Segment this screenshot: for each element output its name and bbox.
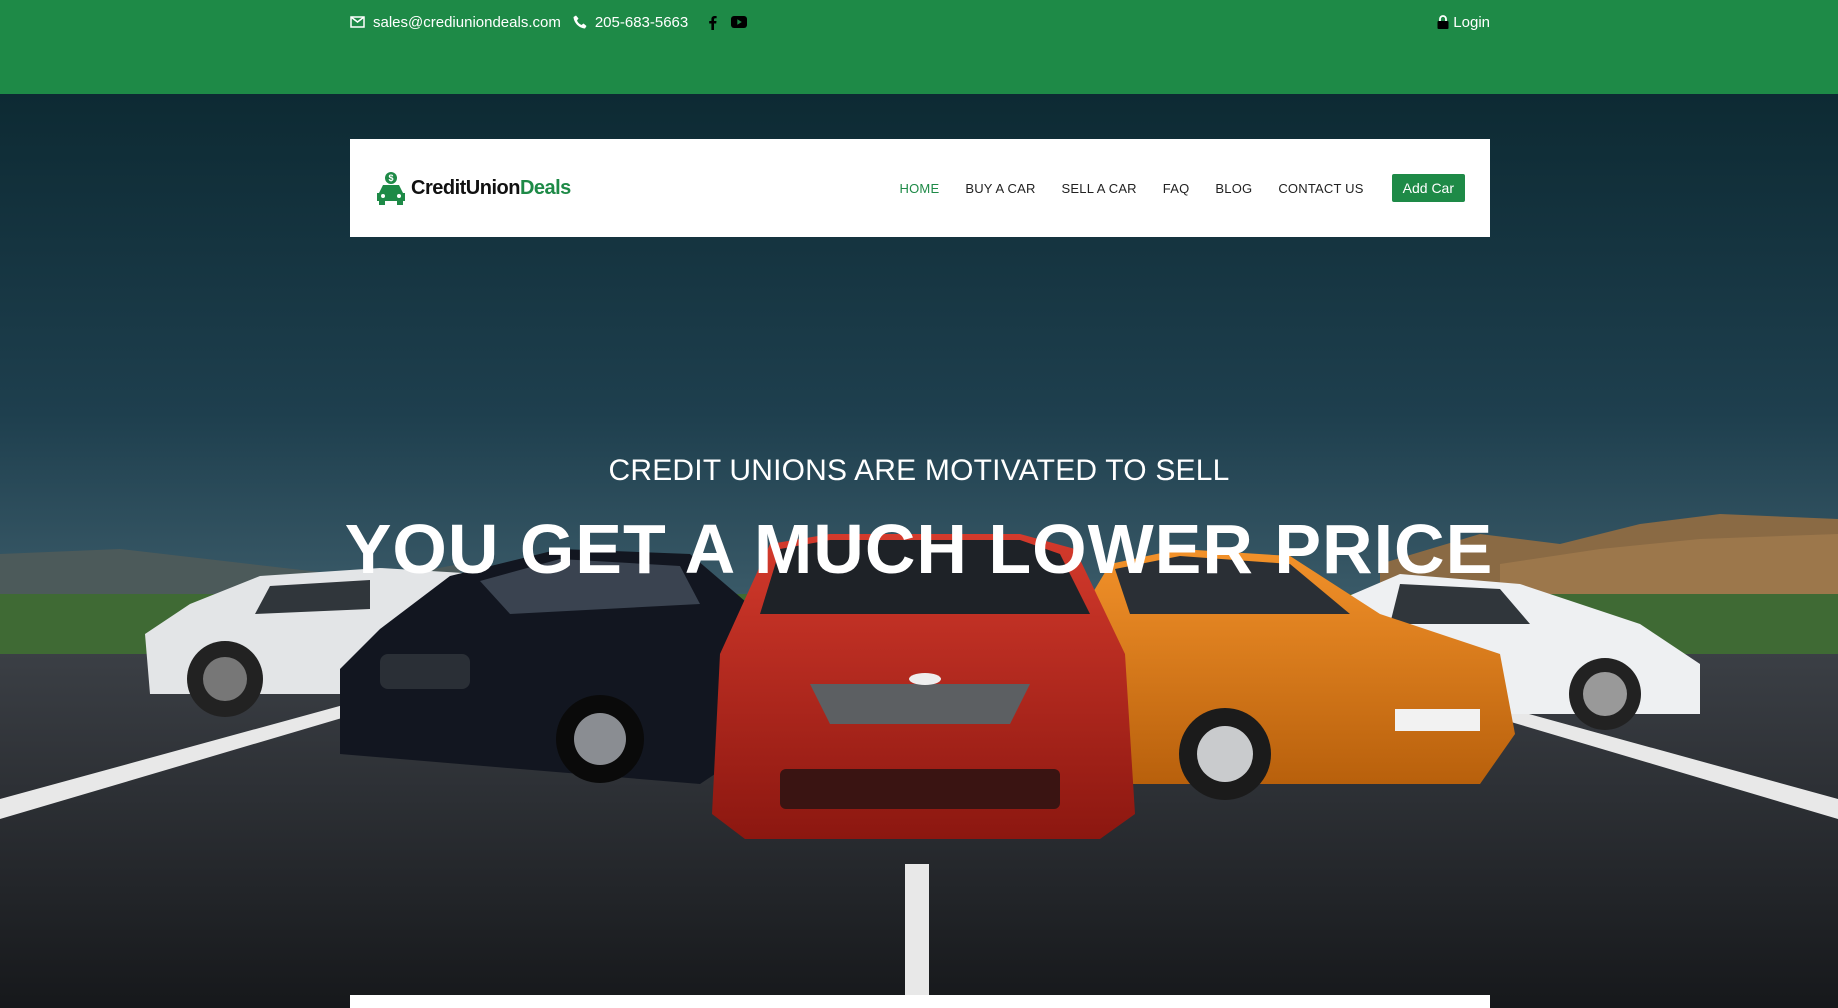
nav-home[interactable]: HOME xyxy=(900,181,940,196)
logo-text-part1: CreditUnion xyxy=(411,176,520,199)
top-bar-content: sales@crediuniondeals.com 205-683-5663 L… xyxy=(350,0,1490,44)
youtube-icon[interactable] xyxy=(731,16,748,28)
hero-section: $ CreditUnionDeals HOME BUY A CAR SELL A… xyxy=(0,94,1838,1008)
logo-text: CreditUnionDeals xyxy=(411,177,571,200)
content-card-top-edge xyxy=(350,995,1490,1008)
main-navbar: $ CreditUnionDeals HOME BUY A CAR SELL A… xyxy=(350,139,1490,237)
svg-text:$: $ xyxy=(388,173,393,183)
phone-text: 205-683-5663 xyxy=(594,13,689,31)
primary-nav: HOME BUY A CAR SELL A CAR FAQ BLOG CONTA… xyxy=(874,174,1465,202)
lock-icon xyxy=(1437,15,1449,29)
nav-blog[interactable]: BLOG xyxy=(1215,181,1252,196)
hero-title: YOU GET A MUCH LOWER PRICE xyxy=(344,510,1494,588)
add-car-button[interactable]: Add Car xyxy=(1391,174,1465,202)
site-logo[interactable]: $ CreditUnionDeals xyxy=(375,171,571,205)
top-bar: sales@crediuniondeals.com 205-683-5663 L… xyxy=(0,0,1838,94)
nav-contact-us[interactable]: CONTACT US xyxy=(1278,181,1363,196)
phone-icon xyxy=(573,15,587,29)
envelope-icon xyxy=(350,16,365,28)
login-text: Login xyxy=(1453,13,1490,31)
nav-sell-a-car[interactable]: SELL A CAR xyxy=(1062,181,1137,196)
phone-link[interactable]: 205-683-5663 xyxy=(573,14,688,31)
logo-text-part2: Deals xyxy=(519,176,571,199)
login-link[interactable]: Login xyxy=(1437,14,1490,31)
email-link[interactable]: sales@crediuniondeals.com xyxy=(350,14,561,31)
nav-buy-a-car[interactable]: BUY A CAR xyxy=(965,181,1035,196)
email-text: sales@crediuniondeals.com xyxy=(373,13,561,31)
nav-faq[interactable]: FAQ xyxy=(1163,181,1190,196)
car-dollar-logo-icon: $ xyxy=(377,172,405,205)
social-links xyxy=(708,15,748,30)
hero-subtitle: CREDIT UNIONS ARE MOTIVATED TO SELL xyxy=(608,454,1230,487)
facebook-icon[interactable] xyxy=(708,15,717,30)
